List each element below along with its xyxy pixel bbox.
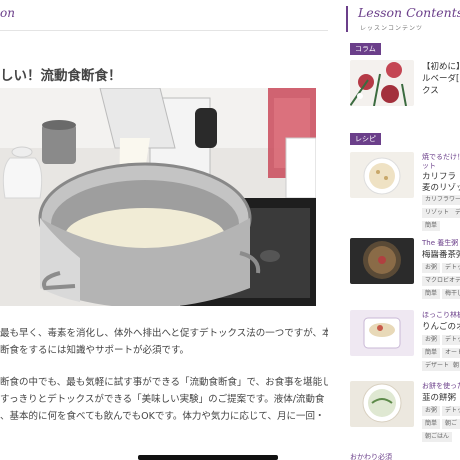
recipe-tag[interactable]: 朝ご	[442, 419, 460, 429]
title-divider	[0, 30, 328, 31]
article-main: on しい！流動食断食！ 最も早く、毒素を消化し、体外へ排出へと促すデトックス法…	[0, 0, 328, 460]
recipe-tag[interactable]: デトック	[442, 263, 460, 273]
recipe-card[interactable]: The 養生粥 梅醤番茶粥 お粥 デトック マクロビオティ 簡単 梅干し	[350, 238, 460, 310]
column-card-line[interactable]: ルベーダ[	[422, 74, 460, 85]
recipe-card-title[interactable]: The 養生粥	[422, 238, 460, 248]
category-badge-column[interactable]: コラム	[350, 43, 381, 55]
recipe-tag[interactable]: お粥	[422, 335, 441, 345]
section-label: on	[0, 6, 15, 20]
recipe-card-thumbnail[interactable]	[350, 381, 414, 427]
sidebar-subtitle: レッスンコンテンツ	[360, 25, 424, 32]
body-line: 断食をするには知識やサポートが必須です。	[0, 345, 190, 356]
recipe-tag[interactable]: リゾット	[422, 208, 453, 218]
recipe-card-thumbnail[interactable]	[350, 238, 414, 284]
sidebar: Lesson Contents レッスンコンテンツ コラム 【初めに】 ルベーダ…	[346, 0, 460, 460]
recipe-tag[interactable]: デトッ	[442, 335, 460, 345]
body-line: 断食の中でも、最も気軽に試す事ができる「流動食断食」で、お食事を堪能し	[0, 377, 328, 388]
recipe-tag[interactable]: デザート	[422, 361, 453, 371]
hero-image	[0, 88, 316, 306]
sidebar-accent-bar	[346, 6, 348, 32]
recipe-card-thumbnail[interactable]	[350, 310, 414, 356]
recipe-card-title[interactable]: ほっこり林檎	[422, 310, 460, 320]
recipe-tag[interactable]: デト	[452, 208, 460, 218]
recipe-tag[interactable]: マクロビオティ	[422, 276, 460, 286]
recipe-card[interactable]: 焼でるだけ！ ット カリフラ 麦のリゾッ カリフラワー リゾット デト 簡単	[350, 152, 460, 231]
recipe-tag[interactable]: お粥	[422, 263, 441, 273]
recipe-card-thumbnail[interactable]	[350, 152, 414, 198]
recipe-tag[interactable]: 梅干し	[442, 289, 460, 299]
recipe-tag[interactable]: 朝	[450, 361, 460, 371]
recipe-card-title[interactable]: ット	[422, 161, 460, 171]
recipe-tag[interactable]: お粥	[422, 406, 441, 416]
recipe-tag[interactable]: オート	[442, 348, 460, 358]
body-line: 、基本的に何を食べても飲んでもOKです。体力や気力に応じて、月に一回・	[0, 411, 325, 422]
recipe-card-title[interactable]: おかわり必須	[350, 452, 460, 460]
column-card-thumbnail[interactable]	[350, 60, 414, 106]
recipe-tag[interactable]: 簡単	[422, 221, 441, 231]
recipe-tag[interactable]: 簡単	[422, 348, 441, 358]
column-card[interactable]: 【初めに】 ルベーダ[ クス	[350, 60, 460, 132]
recipe-card-heading[interactable]: りんごのオ	[422, 322, 460, 333]
body-line: すっきりとデトックスができる「美味しい実験」のご提案です。液体/流動食	[0, 394, 325, 405]
recipe-tag[interactable]: 朝ごはん	[422, 432, 453, 442]
recipe-tag[interactable]: デトック	[442, 406, 460, 416]
home-indicator	[138, 455, 278, 460]
recipe-card-heading[interactable]: カリフラ	[422, 172, 460, 183]
recipe-card-title[interactable]: お餅を使った	[422, 381, 460, 391]
recipe-tag[interactable]: 簡単	[422, 419, 441, 429]
recipe-tag[interactable]: 簡単	[422, 289, 441, 299]
body-line: 最も早く、毒素を消化し、体外へ排出へと促すデトックス法の一つですが、本	[0, 328, 328, 339]
recipe-card[interactable]: お餅を使った 韮の餅粥 お粥 デトック 簡単 朝ご 朝ごはん	[350, 381, 460, 453]
article-body: 最も早く、毒素を消化し、体外へ排出へと促すデトックス法の一つですが、本 断食をす…	[0, 325, 328, 425]
column-card-line[interactable]: 【初めに】	[422, 62, 460, 73]
recipe-card-heading[interactable]: 梅醤番茶粥	[422, 250, 460, 261]
article-title: しい！流動食断食！	[0, 68, 122, 84]
column-card-line[interactable]: クス	[422, 86, 460, 97]
recipe-tag[interactable]: カリフラワー	[422, 195, 460, 205]
recipe-card-heading[interactable]: 麦のリゾッ	[422, 183, 460, 194]
recipe-card[interactable]: ほっこり林檎 りんごのオ お粥 デトッ 簡単 オート デザート 朝	[350, 310, 460, 382]
sidebar-title: Lesson Contents	[358, 5, 460, 20]
category-badge-recipe[interactable]: レシピ	[350, 133, 381, 145]
recipe-card-heading[interactable]: 韮の餅粥	[422, 393, 460, 404]
